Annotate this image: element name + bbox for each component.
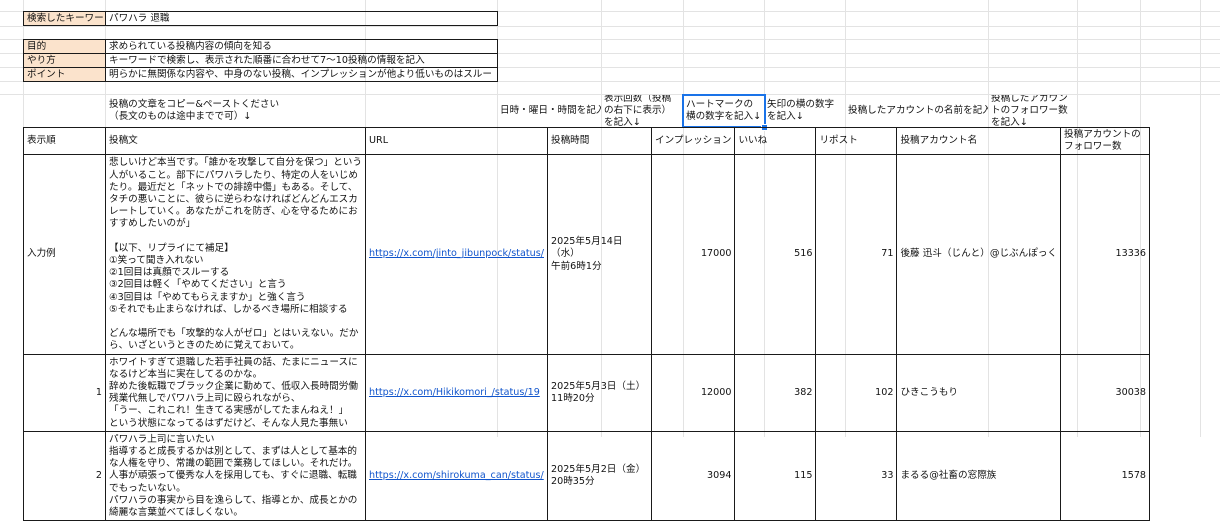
- row-url-link[interactable]: https://x.com/jinto_jibunpock/status/: [365, 154, 548, 355]
- table-row: 1 ホワイトすぎて退職した若手社員の話、たまにニュースになるけど本当に実在してる…: [23, 353, 1151, 432]
- row-account-name[interactable]: まるる@社畜の窓際族: [896, 430, 1062, 521]
- instruction-post[interactable]: 投稿の文章をコピー&ペーストください （長文のものは途中までで可）↓: [105, 95, 365, 127]
- keyword-value[interactable]: パワハラ 退職: [105, 11, 498, 26]
- row-order[interactable]: 2: [23, 430, 106, 521]
- row-likes[interactable]: 382: [734, 353, 817, 432]
- row-followers[interactable]: 30038: [1060, 353, 1151, 432]
- row-impressions[interactable]: 17000: [650, 154, 736, 355]
- method-value[interactable]: キーワードで検索し、表示された順番に合わせて7〜10投稿の情報を記入: [105, 53, 498, 68]
- instruction-impressions[interactable]: 表示回数（投稿の右下に表示）を記入↓: [601, 95, 683, 127]
- instruction-likes[interactable]: ハートマークの横の数字を記入↓: [682, 94, 766, 128]
- row-followers[interactable]: 13336: [1060, 154, 1151, 355]
- row-followers[interactable]: 1578: [1060, 430, 1151, 521]
- row-likes[interactable]: 115: [734, 430, 817, 521]
- row-post-time[interactable]: 2025年5月2日（金） 20時35分: [547, 430, 652, 521]
- row-likes[interactable]: 516: [734, 154, 817, 355]
- instruction-datetime[interactable]: 日時・曜日・時間を記入↓: [497, 95, 601, 127]
- header-reposts[interactable]: リポスト: [815, 126, 898, 156]
- header-row: 表示順 投稿文 URL 投稿時間 インプレッション いいね リポスト 投稿アカウ…: [23, 126, 1151, 156]
- posts-table: 表示順 投稿文 URL 投稿時間 インプレッション いいね リポスト 投稿アカウ…: [23, 126, 1151, 521]
- header-url[interactable]: URL: [365, 126, 548, 156]
- row-post-text[interactable]: パワハラ上司に言いたい 指導すると成長するかは別として、まずは人として基本的な人…: [105, 430, 366, 521]
- header-impressions[interactable]: インプレッション: [650, 126, 736, 156]
- point-value[interactable]: 明らかに無関係な内容や、中身のない投稿、インプレッションが他より低いものはスルー: [105, 67, 498, 82]
- header-time[interactable]: 投稿時間: [547, 126, 652, 156]
- row-url-link[interactable]: https://x.com/Hikikomori_/status/19: [365, 353, 548, 432]
- row-url-link[interactable]: https://x.com/shirokuma_can/status/: [365, 430, 548, 521]
- method-label[interactable]: やり方: [23, 53, 106, 68]
- row-post-text[interactable]: ホワイトすぎて退職した若手社員の話、たまにニュースになるけど本当に実在してるのか…: [105, 353, 366, 432]
- keyword-label[interactable]: 検索したキーワード: [23, 11, 106, 26]
- row-reposts[interactable]: 71: [815, 154, 898, 355]
- header-likes[interactable]: いいね: [734, 126, 817, 156]
- row-reposts[interactable]: 33: [815, 430, 898, 521]
- row-order[interactable]: 入力例: [23, 154, 106, 355]
- row-order[interactable]: 1: [23, 353, 106, 432]
- instruction-reposts[interactable]: 矢印の横の数字を記入↓: [764, 95, 845, 127]
- header-post[interactable]: 投稿文: [105, 126, 366, 156]
- purpose-label[interactable]: 目的: [23, 39, 106, 54]
- row-impressions[interactable]: 3094: [650, 430, 736, 521]
- row-reposts[interactable]: 102: [815, 353, 898, 432]
- header-account[interactable]: 投稿アカウント名: [896, 126, 1062, 156]
- row-account-name[interactable]: 後藤 迅斗（じんと）@じぶんぽっく: [896, 154, 1062, 355]
- instruction-followers[interactable]: 投稿したアカウントのフォロワー数を記入↓: [988, 95, 1077, 127]
- row-account-name[interactable]: ひきこうもり: [896, 353, 1062, 432]
- table-row: 2 パワハラ上司に言いたい 指導すると成長するかは別として、まずは人として基本的…: [23, 430, 1151, 521]
- table-row: 入力例 悲しいけど本当です。「誰かを攻撃して自分を保つ」という人がいること。部下…: [23, 154, 1151, 355]
- row-impressions[interactable]: 12000: [650, 353, 736, 432]
- header-followers[interactable]: 投稿アカウントの フォロワー数: [1060, 126, 1151, 156]
- instruction-account[interactable]: 投稿したアカウントの名前を記入↓: [845, 95, 988, 127]
- row-post-time[interactable]: 2025年5月14日（水） 午前6時1分: [547, 154, 652, 355]
- row-post-text[interactable]: 悲しいけど本当です。「誰かを攻撃して自分を保つ」という人がいること。部下にパワハ…: [105, 154, 366, 355]
- header-order[interactable]: 表示順: [23, 126, 106, 156]
- purpose-value[interactable]: 求められている投稿内容の傾向を知る: [105, 39, 498, 54]
- row-post-time[interactable]: 2025年5月3日（土） 11時20分: [547, 353, 652, 432]
- point-label[interactable]: ポイント: [23, 67, 106, 82]
